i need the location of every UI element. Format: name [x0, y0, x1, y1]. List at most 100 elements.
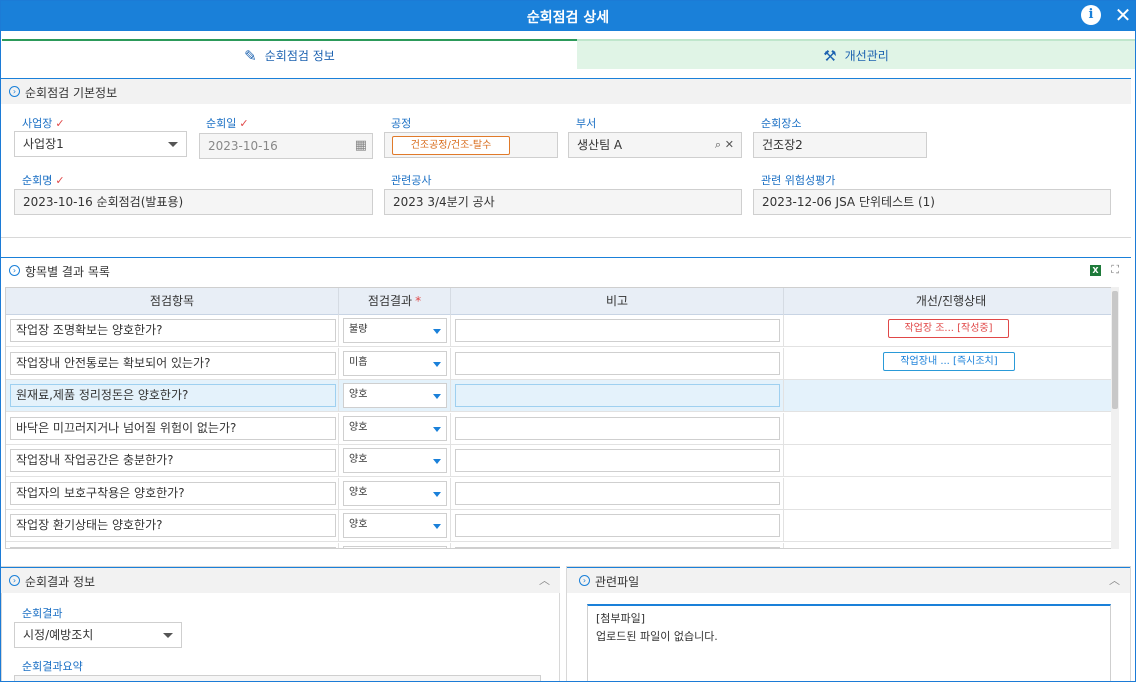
excel-icon[interactable]: X	[1090, 265, 1101, 276]
required-check-icon: ✓	[55, 174, 65, 187]
cell-note	[451, 315, 784, 347]
item-input[interactable]: 작업장내 안전통로는 확보되어 있는가?	[10, 351, 336, 375]
info-icon[interactable]: i	[1081, 5, 1101, 25]
status-button[interactable]: 작업장 조... [작성중]	[888, 319, 1009, 338]
process-tag[interactable]: 건조공정/건조-탈수	[392, 136, 510, 155]
result-value: 불량	[349, 324, 368, 335]
attachment-box[interactable]: [첨부파일] 업로드된 파일이 없습니다.	[587, 604, 1111, 681]
tab-improvement[interactable]: ⚒ 개선관리	[577, 39, 1135, 69]
cell-item: 작업장내 안전통로는 확보되어 있는가?	[6, 347, 339, 380]
collapse-icon[interactable]: ︿	[539, 572, 550, 588]
summary-textarea[interactable]	[14, 675, 541, 681]
calendar-icon[interactable]: ▦	[355, 134, 367, 158]
cell-item	[6, 542, 339, 548]
dropdown-arrow-icon	[433, 394, 441, 399]
expand-chevron-icon: ›	[579, 575, 590, 586]
result-select[interactable]: 불량	[343, 318, 447, 343]
name-field: 2023-10-16 순회점검(발표용)	[14, 189, 373, 215]
grid-scrollbar[interactable]	[1111, 287, 1119, 549]
site-label: 사업장 ✓	[22, 117, 65, 130]
result-select[interactable]: 양호	[343, 448, 447, 473]
name-label: 순회명 ✓	[22, 174, 65, 187]
cell-item: 작업장 조명확보는 양호한가?	[6, 315, 339, 347]
status-button[interactable]: 작업장내 ... [즉시조치]	[883, 351, 1015, 371]
table-row[interactable]	[6, 542, 1116, 548]
clear-icon[interactable]: ✕	[725, 133, 734, 157]
result-value: 양호	[349, 519, 368, 530]
risk-field: 2023-12-06 JSA 단위테스트 (1)	[753, 189, 1111, 215]
item-input[interactable]: 바닥은 미끄러지거나 넘어질 위험이 없는가?	[10, 416, 336, 440]
col-header-status: 개선/진행상태	[915, 294, 987, 308]
fullscreen-icon[interactable]: ⛶	[1111, 263, 1119, 277]
cell-result: 양호	[339, 380, 451, 412]
result-select[interactable]	[343, 545, 447, 548]
item-input[interactable]: 작업장 조명확보는 양호한가?	[10, 319, 336, 342]
title-bar: 순회점검 상세 i ✕	[1, 1, 1135, 31]
cell-result: 불량	[339, 315, 451, 347]
table-row[interactable]: 작업장 조명확보는 양호한가? 불량 작업장 조... [작성중]	[6, 315, 1116, 347]
note-input[interactable]	[455, 416, 780, 440]
dropdown-arrow-icon	[433, 491, 441, 497]
cell-note	[451, 445, 784, 477]
date-field[interactable]: 2023-10-16 ▦	[199, 133, 373, 159]
note-input[interactable]	[455, 449, 780, 472]
cell-result: 미흡	[339, 347, 451, 380]
collapse-icon[interactable]: ︿	[1109, 572, 1120, 588]
table-row[interactable]: 바닥은 미끄러지거나 넘어질 위험이 없는가? 양호	[6, 412, 1116, 445]
note-input[interactable]	[455, 384, 780, 407]
result-select[interactable]: 양호	[343, 415, 447, 441]
cell-item: 원재료,제품 정리정돈은 양호한가?	[6, 380, 339, 412]
close-icon[interactable]: ✕	[1113, 3, 1133, 27]
cell-status: 작업장 조... [작성중]	[784, 315, 1116, 347]
cell-item: 작업장 환기상태는 양호한가?	[6, 510, 339, 542]
result-select[interactable]: 양호	[343, 480, 447, 506]
item-input[interactable]	[10, 546, 336, 548]
result-value: 양호	[349, 421, 368, 433]
item-input[interactable]: 작업장내 작업공간은 충분한가?	[10, 449, 336, 472]
cell-note	[451, 412, 784, 445]
table-row[interactable]: 원재료,제품 정리정돈은 양호한가? 양호	[6, 380, 1116, 412]
expand-chevron-icon: ›	[9, 575, 20, 586]
note-input[interactable]	[455, 319, 780, 342]
tab-label: 순회점검 정보	[264, 49, 335, 63]
search-icon[interactable]: ⌕	[715, 133, 721, 157]
summary-header[interactable]: › 순회결과 정보 ︿	[1, 567, 560, 593]
item-input[interactable]: 원재료,제품 정리정돈은 양호한가?	[10, 384, 336, 407]
note-input[interactable]	[455, 351, 780, 375]
item-input[interactable]: 작업자의 보호구착용은 양호한가?	[10, 481, 336, 505]
place-label: 순회장소	[761, 117, 802, 130]
note-input[interactable]	[455, 546, 780, 548]
dropdown-arrow-icon	[163, 633, 173, 638]
col-header-result: 점검결과 *	[339, 288, 451, 315]
basic-info-title: 순회점검 기본정보	[25, 86, 118, 100]
result-label: 순회결과	[22, 607, 63, 620]
table-row[interactable]: 작업장내 안전통로는 확보되어 있는가? 미흡 작업장내 ... [즉시조치]	[6, 347, 1116, 380]
divider	[1, 237, 1131, 238]
scrollbar-thumb[interactable]	[1112, 291, 1118, 409]
item-input[interactable]: 작업장 환기상태는 양호한가?	[10, 514, 336, 537]
dropdown-arrow-icon	[433, 361, 441, 367]
files-header[interactable]: › 관련파일 ︿	[567, 567, 1130, 593]
tab-inspection-info[interactable]: ✎ 순회점검 정보	[2, 39, 577, 69]
table-row[interactable]: 작업장 환기상태는 양호한가? 양호	[6, 510, 1116, 542]
result-select[interactable]: 양호	[343, 513, 447, 538]
table-row[interactable]: 작업자의 보호구착용은 양호한가? 양호	[6, 477, 1116, 510]
note-input[interactable]	[455, 514, 780, 537]
basic-info-header[interactable]: › 순회점검 기본정보	[1, 78, 1131, 104]
summary-text-label: 순회결과요약	[22, 660, 83, 673]
inspection-detail-window: 순회점검 상세 i ✕ ✎ 순회점검 정보 ⚒ 개선관리 › 순회점검 기본정보 사…	[0, 0, 1136, 682]
table-row[interactable]: 작업장내 작업공간은 충분한가? 양호	[6, 445, 1116, 477]
note-input[interactable]	[455, 481, 780, 505]
required-check-icon: ✓	[55, 117, 65, 130]
site-select[interactable]: 사업장1	[14, 131, 187, 157]
result-select[interactable]: 미흡	[343, 350, 447, 376]
result-select[interactable]: 양호	[343, 383, 447, 408]
files-title: 관련파일	[595, 575, 640, 589]
dropdown-arrow-icon	[433, 459, 441, 464]
result-select[interactable]: 시정/예방조치	[14, 622, 182, 648]
window-title: 순회점검 상세	[526, 10, 610, 26]
department-field[interactable]: 생산팀 A ⌕ ✕	[568, 132, 742, 158]
dropdown-arrow-icon	[433, 329, 441, 334]
col-header-note: 비고	[451, 288, 784, 315]
results-header[interactable]: › 항목별 결과 목록 X ⛶	[1, 257, 1131, 283]
